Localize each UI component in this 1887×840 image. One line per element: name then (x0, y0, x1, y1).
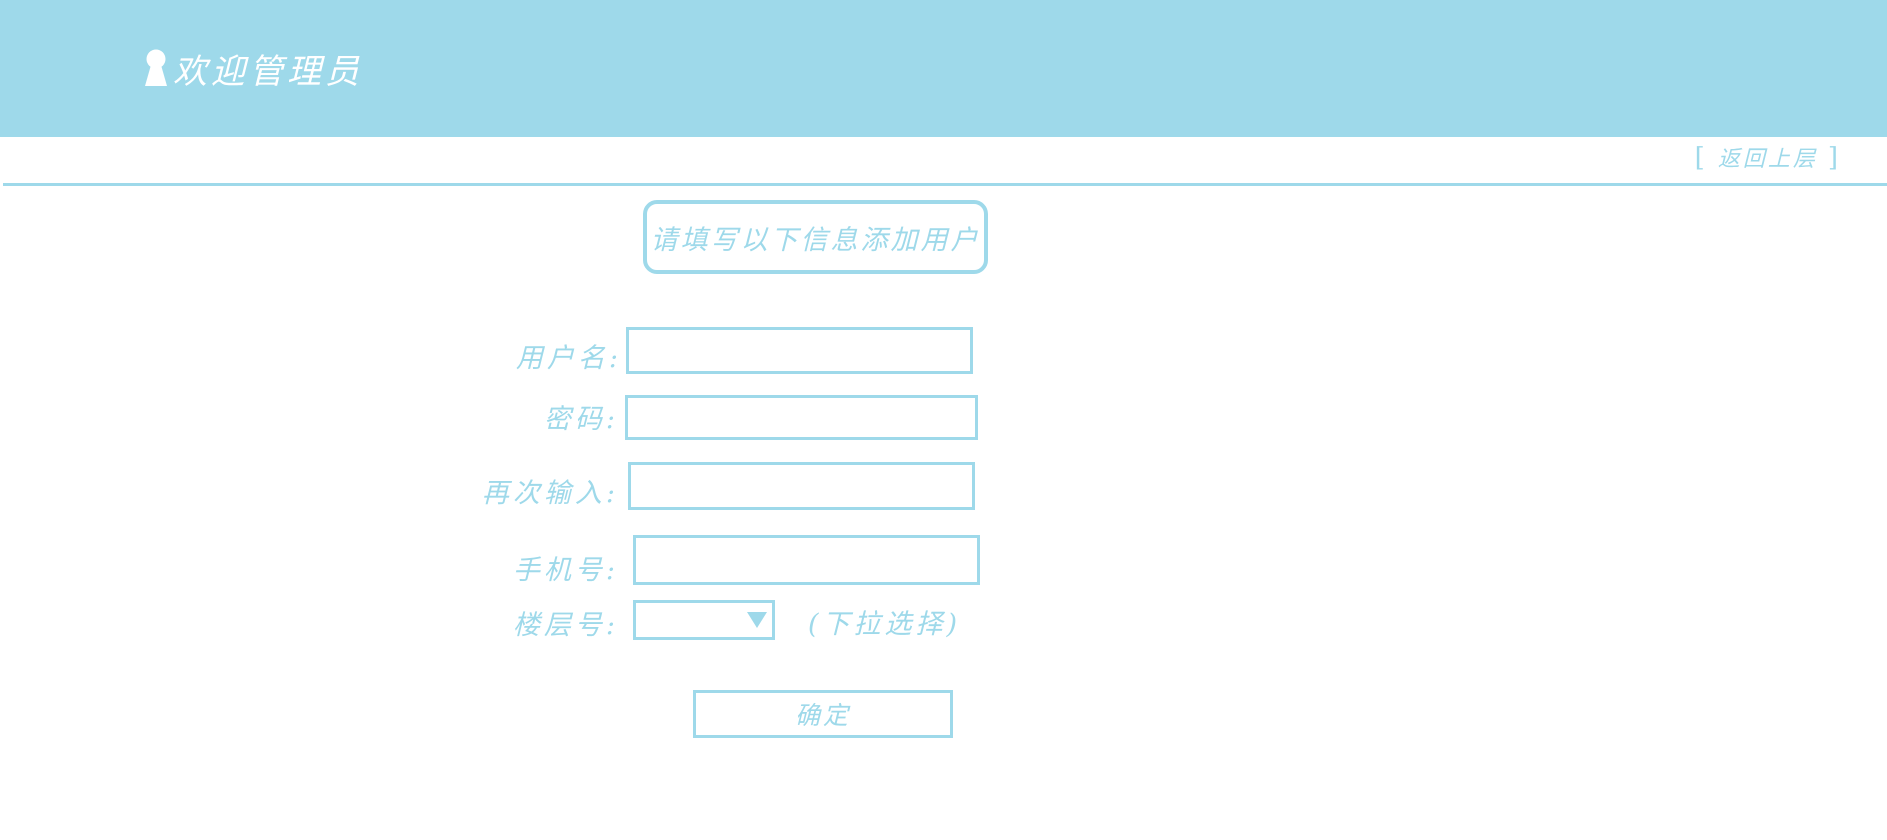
phone-input[interactable] (633, 535, 980, 585)
header-divider (3, 183, 1887, 186)
dropdown-arrow-icon[interactable] (746, 610, 768, 630)
confirm-password-input[interactable] (628, 462, 975, 510)
username-label: 用户名: (515, 343, 622, 374)
bracket-close: ] (1827, 143, 1841, 173)
username-input[interactable] (626, 327, 973, 374)
form-heading: 请填写以下信息添加用户 (643, 200, 988, 274)
phone-label: 手机号: (512, 555, 619, 586)
password-label: 密码: (543, 404, 619, 435)
confirm-password-label: 再次输入: (481, 478, 619, 509)
header-bar: 欢迎管理员 (0, 0, 1887, 137)
password-input[interactable] (625, 395, 978, 440)
header-title-group: 欢迎管理员 (141, 46, 363, 92)
floor-select-hint: (下拉选择) (808, 609, 962, 640)
back-link[interactable]: [ 返回上层 ] (1695, 141, 1841, 173)
floor-label: 楼层号: (512, 610, 619, 641)
confirm-button[interactable]: 确定 (693, 690, 953, 738)
back-link-label: 返回上层 (1717, 147, 1818, 172)
header-title: 欢迎管理员 (173, 51, 363, 92)
user-icon (141, 48, 171, 88)
bracket-open: [ (1694, 143, 1708, 173)
add-user-page: 欢迎管理员 [ 返回上层 ] 请填写以下信息添加用户 用户名: 密码: 再次输入… (0, 0, 1887, 840)
floor-select[interactable] (633, 600, 775, 640)
